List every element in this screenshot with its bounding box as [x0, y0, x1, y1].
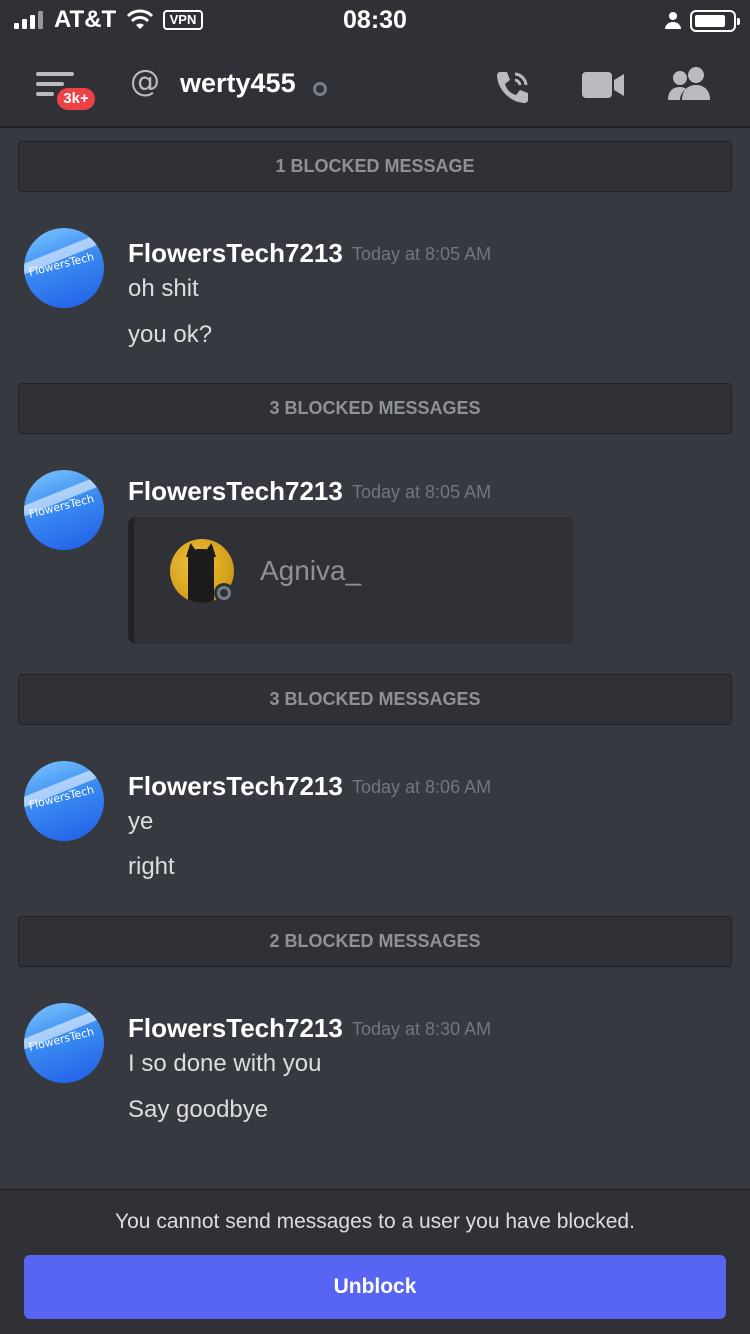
message-timestamp: Today at 8:06 AM: [352, 777, 492, 797]
message-author[interactable]: FlowersTech7213: [128, 771, 343, 802]
at-icon: @: [130, 64, 160, 99]
person-icon: [665, 12, 681, 29]
message-timestamp: Today at 8:05 AM: [352, 482, 492, 502]
screen: AT&T VPN 08:30 3k+ @ werty455 1 BLOCKED …: [0, 0, 750, 1334]
blocked-messages-bar[interactable]: 2 BLOCKED MESSAGES: [18, 916, 732, 967]
blocked-messages-bar[interactable]: 3 BLOCKED MESSAGES: [18, 383, 732, 434]
user-mention-embed[interactable]: Agniva_: [128, 517, 574, 644]
message-text: you ok?: [128, 321, 213, 348]
embed-username: Agniva_: [260, 555, 362, 586]
blocked-notice: You cannot send messages to a user you h…: [115, 1210, 635, 1233]
clock: 08:30: [343, 6, 407, 34]
offline-status-icon: [214, 583, 234, 603]
message-text: I so done with you: [128, 1050, 322, 1077]
members-icon[interactable]: [666, 66, 714, 102]
battery-icon: [690, 10, 740, 32]
status-bar: AT&T VPN 08:30: [0, 0, 750, 40]
call-icon[interactable]: [492, 66, 534, 108]
avatar[interactable]: FlowersTech: [24, 761, 104, 841]
avatar[interactable]: FlowersTech: [24, 1003, 104, 1083]
channel-title[interactable]: werty455: [180, 68, 296, 99]
message-author[interactable]: FlowersTech7213: [128, 238, 343, 269]
message-author[interactable]: FlowersTech7213: [128, 476, 343, 507]
notification-badge: 3k+: [54, 85, 98, 113]
avatar[interactable]: FlowersTech: [24, 470, 104, 550]
message-text: oh shit: [128, 275, 199, 302]
blocked-messages-bar[interactable]: 3 BLOCKED MESSAGES: [18, 674, 732, 725]
message-timestamp: Today at 8:30 AM: [352, 1019, 492, 1039]
offline-status-icon: [313, 82, 327, 96]
blocked-messages-bar[interactable]: 1 BLOCKED MESSAGE: [18, 141, 732, 192]
message-author[interactable]: FlowersTech7213: [128, 1013, 343, 1044]
message-text: ye: [128, 808, 154, 835]
message-text: Say goodbye: [128, 1096, 269, 1123]
video-call-icon[interactable]: [582, 70, 626, 100]
message-text: right: [128, 853, 175, 880]
unblock-button[interactable]: Unblock: [24, 1255, 726, 1319]
blocked-footer: You cannot send messages to a user you h…: [0, 1189, 750, 1334]
channel-header: 3k+ @ werty455: [0, 40, 750, 128]
avatar[interactable]: FlowersTech: [24, 228, 104, 308]
message-timestamp: Today at 8:05 AM: [352, 244, 492, 264]
